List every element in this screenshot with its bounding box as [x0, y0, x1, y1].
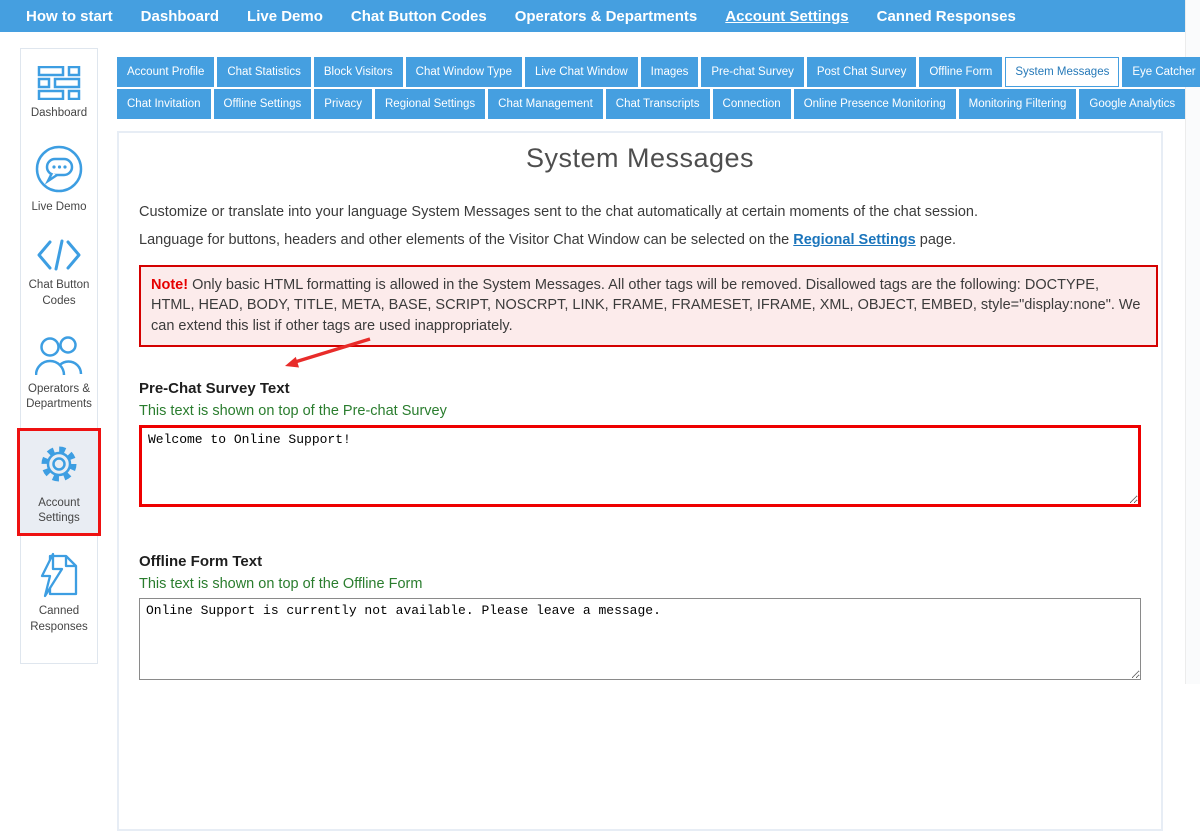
sidebar-item-label: Canned Responses	[23, 604, 95, 634]
sidebar-item-dashboard[interactable]: Dashboard	[21, 59, 97, 128]
sidebar-item-account-settings[interactable]: Account Settings	[17, 428, 101, 536]
tab-live-chat-window[interactable]: Live Chat Window	[525, 57, 638, 87]
gear-icon	[33, 438, 85, 490]
sidebar-item-live-demo[interactable]: Live Demo	[21, 137, 97, 222]
people-icon	[35, 332, 83, 376]
intro-paragraph-2: Language for buttons, headers and other …	[139, 232, 1141, 249]
tabs-row-1: Account Profile Chat Statistics Block Vi…	[117, 57, 1177, 87]
intro-paragraph-1: Customize or translate into your languag…	[139, 204, 1141, 221]
offline-form-label: Offline Form Text	[139, 553, 1141, 570]
offline-form-help-text: This text is shown on top of the Offline…	[139, 576, 1141, 592]
nav-item-account-settings[interactable]: Account Settings	[711, 8, 862, 25]
tab-account-profile[interactable]: Account Profile	[117, 57, 214, 87]
nav-item-operators-departments[interactable]: Operators & Departments	[501, 8, 712, 25]
dashboard-icon	[37, 66, 81, 100]
nav-item-chat-button-codes[interactable]: Chat Button Codes	[337, 8, 501, 25]
note-text: Only basic HTML formatting is allowed in…	[151, 277, 1140, 334]
tab-chat-statistics[interactable]: Chat Statistics	[217, 57, 311, 87]
nav-item-canned-responses[interactable]: Canned Responses	[863, 8, 1030, 25]
note-label: Note!	[151, 277, 188, 293]
tab-post-chat-survey[interactable]: Post Chat Survey	[807, 57, 916, 87]
tab-chat-window-type[interactable]: Chat Window Type	[406, 57, 522, 87]
sidebar-item-label: Operators & Departments	[23, 382, 95, 412]
tab-chat-invitation[interactable]: Chat Invitation	[117, 89, 211, 119]
intro-2-prefix: Language for buttons, headers and other …	[139, 232, 793, 248]
nav-item-dashboard[interactable]: Dashboard	[127, 8, 233, 25]
tab-block-visitors[interactable]: Block Visitors	[314, 57, 403, 87]
sidebar-item-chat-button-codes[interactable]: Chat Button Codes	[21, 231, 97, 315]
settings-tabs: Account Profile Chat Statistics Block Vi…	[117, 57, 1177, 121]
tab-pre-chat-survey[interactable]: Pre-chat Survey	[701, 57, 803, 87]
tab-online-presence-monitoring[interactable]: Online Presence Monitoring	[794, 89, 956, 119]
tab-offline-settings[interactable]: Offline Settings	[214, 89, 312, 119]
nav-item-live-demo[interactable]: Live Demo	[233, 8, 337, 25]
chat-bubble-icon	[34, 144, 84, 194]
content-panel: System Messages Customize or translate i…	[117, 131, 1163, 831]
tab-system-messages[interactable]: System Messages	[1005, 57, 1119, 87]
tab-privacy[interactable]: Privacy	[314, 89, 372, 119]
code-icon	[37, 238, 81, 272]
tab-regional-settings[interactable]: Regional Settings	[375, 89, 485, 119]
sidebar-item-label: Chat Button Codes	[23, 278, 95, 308]
lightning-page-icon	[36, 552, 82, 598]
tab-monitoring-filtering[interactable]: Monitoring Filtering	[959, 89, 1077, 119]
regional-settings-link[interactable]: Regional Settings	[793, 232, 915, 248]
tab-connection[interactable]: Connection	[713, 89, 791, 119]
pre-chat-survey-label: Pre-Chat Survey Text	[139, 380, 1141, 397]
page-title: System Messages	[139, 143, 1141, 174]
intro-2-suffix: page.	[916, 232, 956, 248]
sidebar-item-canned-responses[interactable]: Canned Responses	[21, 545, 97, 641]
pre-chat-survey-textarea[interactable]: Welcome to Online Support!	[139, 425, 1141, 507]
top-navigation: How to start Dashboard Live Demo Chat Bu…	[0, 0, 1185, 32]
tab-offline-form[interactable]: Offline Form	[919, 57, 1002, 87]
sidebar-item-label: Account Settings	[22, 496, 96, 526]
tabs-row-2: Chat Invitation Offline Settings Privacy…	[117, 89, 1177, 119]
scrollbar-track[interactable]	[1185, 0, 1200, 684]
offline-form-textarea[interactable]: Online Support is currently not availabl…	[139, 598, 1141, 680]
tab-google-analytics[interactable]: Google Analytics	[1079, 89, 1185, 119]
tab-chat-management[interactable]: Chat Management	[488, 89, 603, 119]
sidebar-item-label: Live Demo	[32, 200, 87, 215]
tab-eye-catcher[interactable]: Eye Catcher	[1122, 57, 1200, 87]
nav-item-how-to-start[interactable]: How to start	[12, 8, 127, 25]
sidebar-item-label: Dashboard	[31, 106, 87, 121]
sidebar: Dashboard Live Demo Chat Button Codes	[20, 48, 98, 664]
note-box: Note! Only basic HTML formatting is allo…	[139, 265, 1158, 347]
tab-images[interactable]: Images	[641, 57, 699, 87]
tab-chat-transcripts[interactable]: Chat Transcripts	[606, 89, 710, 119]
pre-chat-help-text: This text is shown on top of the Pre-cha…	[139, 403, 1141, 419]
sidebar-item-operators-departments[interactable]: Operators & Departments	[21, 325, 97, 419]
